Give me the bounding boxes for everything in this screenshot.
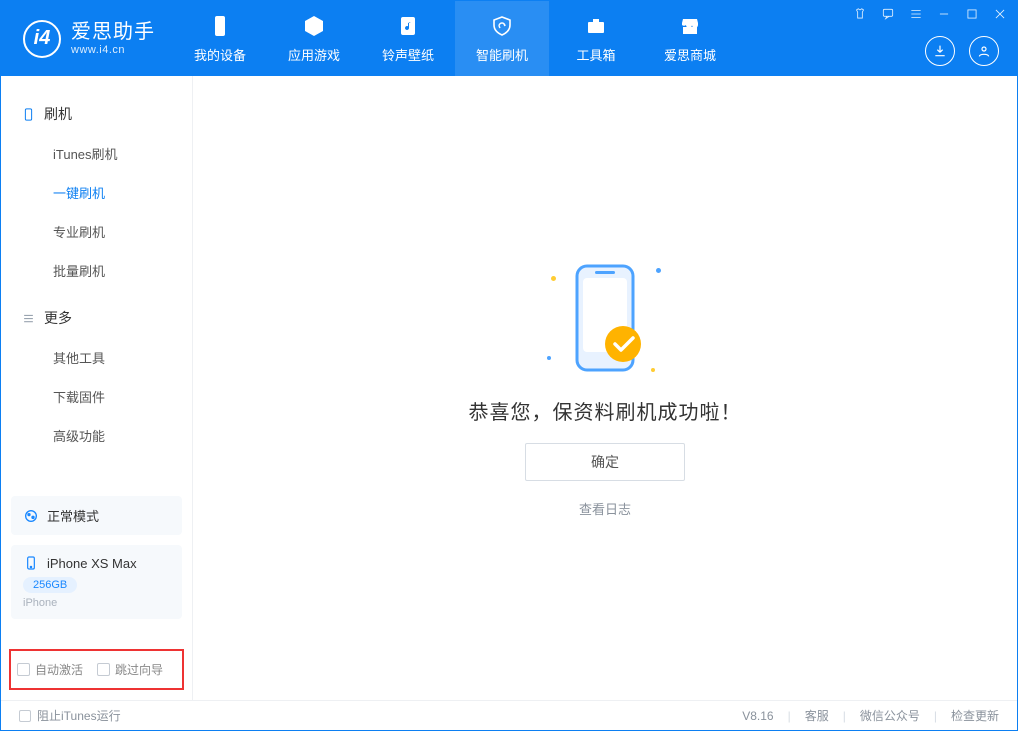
checkbox-icon	[97, 663, 110, 676]
checkbox-label: 阻止iTunes运行	[37, 707, 121, 724]
sidebar-group-title: 更多	[44, 308, 72, 328]
device-card[interactable]: iPhone XS Max 256GB iPhone	[11, 545, 182, 619]
mode-icon	[23, 508, 39, 524]
footer-right: V8.16 | 客服 | 微信公众号 | 检查更新	[742, 707, 999, 724]
sidebar-group-title: 刷机	[44, 104, 72, 124]
sidebar-item-download-firmware[interactable]: 下载固件	[1, 377, 192, 416]
link-check-update[interactable]: 检查更新	[951, 707, 999, 724]
checkbox-label: 跳过向导	[115, 661, 163, 678]
checkbox-icon	[19, 710, 31, 722]
store-icon	[677, 13, 703, 39]
logo-area: i4 爱思助手 www.i4.cn	[1, 1, 173, 76]
nav-label: 我的设备	[194, 45, 246, 64]
sidebar-item-oneclick-flash[interactable]: 一键刷机	[1, 173, 192, 212]
sidebar-item-pro-flash[interactable]: 专业刷机	[1, 212, 192, 251]
device-capacity: 256GB	[23, 577, 77, 593]
nav-toolbox[interactable]: 工具箱	[549, 1, 643, 76]
checkbox-auto-activate[interactable]: 自动激活	[17, 661, 83, 678]
sidebar-item-advanced[interactable]: 高级功能	[1, 416, 192, 455]
window-controls	[853, 7, 1007, 21]
separator: |	[843, 709, 846, 723]
sidebar-item-itunes-flash[interactable]: iTunes刷机	[1, 134, 192, 173]
checkbox-label: 自动激活	[35, 661, 83, 678]
nav-store[interactable]: 爱思商城	[643, 1, 737, 76]
feedback-icon[interactable]	[881, 7, 895, 21]
minimize-icon[interactable]	[937, 7, 951, 21]
app-header: i4 爱思助手 www.i4.cn 我的设备 应用游戏 铃声壁纸 智能刷机 工具…	[1, 1, 1017, 76]
sidebar-group-more: 更多 其他工具 下载固件 高级功能	[1, 298, 192, 463]
sidebar-item-batch-flash[interactable]: 批量刷机	[1, 251, 192, 290]
nav-label: 铃声壁纸	[382, 45, 434, 64]
maximize-icon[interactable]	[965, 7, 979, 21]
checkbox-skip-wizard[interactable]: 跳过向导	[97, 661, 163, 678]
sidebar-item-other-tools[interactable]: 其他工具	[1, 338, 192, 377]
sidebar-group-header[interactable]: 刷机	[1, 94, 192, 134]
app-logo-icon: i4	[23, 20, 61, 58]
nav-my-device[interactable]: 我的设备	[173, 1, 267, 76]
link-support[interactable]: 客服	[805, 707, 829, 724]
app-title: 爱思助手	[71, 21, 155, 44]
nav-label: 爱思商城	[664, 45, 716, 64]
separator: |	[788, 709, 791, 723]
download-icon[interactable]	[925, 36, 955, 66]
nav-label: 智能刷机	[476, 45, 528, 64]
toolbox-icon	[583, 13, 609, 39]
checkbox-icon	[17, 663, 30, 676]
close-icon[interactable]	[993, 7, 1007, 21]
mode-label: 正常模式	[47, 506, 99, 525]
nav-ringtones-wallpapers[interactable]: 铃声壁纸	[361, 1, 455, 76]
success-message: 恭喜您，保资料刷机成功啦！	[469, 396, 742, 425]
nav-apps-games[interactable]: 应用游戏	[267, 1, 361, 76]
view-log-link[interactable]: 查看日志	[579, 499, 631, 518]
phone-icon	[207, 13, 233, 39]
music-note-icon	[395, 13, 421, 39]
mode-card[interactable]: 正常模式	[11, 496, 182, 535]
main-content: 恭喜您，保资料刷机成功啦！ 确定 查看日志	[193, 76, 1017, 700]
sidebar: 刷机 iTunes刷机 一键刷机 专业刷机 批量刷机 更多 其他工具 下载固件 …	[1, 76, 193, 700]
device-type: iPhone	[23, 597, 170, 609]
logo-text: 爱思助手 www.i4.cn	[71, 21, 155, 57]
link-wechat[interactable]: 微信公众号	[860, 707, 920, 724]
device-phone-icon	[23, 555, 39, 571]
nav-label: 工具箱	[576, 45, 615, 64]
sidebar-scroll: 刷机 iTunes刷机 一键刷机 专业刷机 批量刷机 更多 其他工具 下载固件 …	[1, 76, 192, 496]
menu-icon[interactable]	[909, 7, 923, 21]
tshirt-icon[interactable]	[853, 7, 867, 21]
device-name: iPhone XS Max	[47, 556, 137, 571]
separator: |	[934, 709, 937, 723]
cube-icon	[301, 13, 327, 39]
sidebar-group-flash: 刷机 iTunes刷机 一键刷机 专业刷机 批量刷机	[1, 94, 192, 298]
sidebar-group-header[interactable]: 更多	[1, 298, 192, 338]
highlighted-options: 自动激活 跳过向导	[9, 649, 184, 690]
nav-label: 应用游戏	[288, 45, 340, 64]
list-icon	[21, 311, 36, 326]
refresh-shield-icon	[489, 13, 515, 39]
checkbox-block-itunes[interactable]: 阻止iTunes运行	[19, 707, 121, 724]
version-label: V8.16	[742, 709, 773, 723]
main-nav: 我的设备 应用游戏 铃声壁纸 智能刷机 工具箱 爱思商城	[173, 1, 737, 76]
nav-smart-flash[interactable]: 智能刷机	[455, 1, 549, 76]
ok-button[interactable]: 确定	[525, 443, 685, 481]
app-subtitle: www.i4.cn	[71, 44, 155, 57]
status-bar: 阻止iTunes运行 V8.16 | 客服 | 微信公众号 | 检查更新	[1, 700, 1017, 730]
phone-outline-icon	[21, 107, 36, 122]
app-body: 刷机 iTunes刷机 一键刷机 专业刷机 批量刷机 更多 其他工具 下载固件 …	[1, 76, 1017, 700]
user-icon[interactable]	[969, 36, 999, 66]
device-cards: 正常模式 iPhone XS Max 256GB iPhone	[1, 496, 192, 643]
success-illustration	[545, 258, 665, 378]
header-actions	[925, 36, 999, 66]
